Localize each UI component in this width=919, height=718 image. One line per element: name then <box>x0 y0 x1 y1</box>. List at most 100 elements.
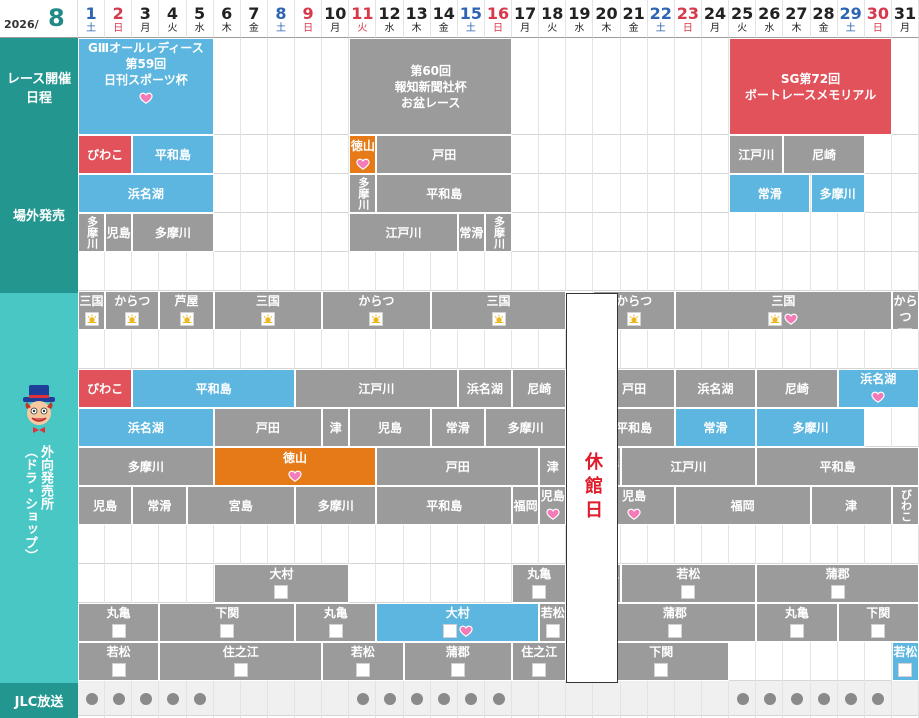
race-block[interactable]: からつ <box>891 291 919 330</box>
race-block[interactable]: 若松 <box>539 603 567 642</box>
block-icons <box>450 662 466 677</box>
daytime-race-icon <box>260 312 275 326</box>
race-block[interactable]: 江戸川 <box>349 213 458 252</box>
race-block[interactable]: 多摩川 <box>349 174 377 213</box>
block-icons <box>442 623 474 638</box>
race-block[interactable]: 若松 <box>891 642 919 681</box>
race-block[interactable]: 丸亀 <box>78 603 160 642</box>
race-block[interactable]: 多摩川 <box>756 408 865 447</box>
race-block[interactable]: 江戸川 <box>295 369 458 408</box>
race-block[interactable]: 戸田 <box>376 135 513 174</box>
race-block[interactable]: GⅢオールレディース 第59回 日刊スポーツ杯 <box>78 38 214 135</box>
race-block[interactable]: 戸田 <box>213 408 323 447</box>
race-block[interactable]: 大村 <box>376 603 540 642</box>
race-block[interactable]: 尼崎 <box>756 369 838 408</box>
daytime-race-icon <box>627 312 642 326</box>
venue-label: 多摩川 <box>154 225 191 240</box>
race-block[interactable]: 徳山 <box>213 447 377 486</box>
block-icons <box>545 623 561 638</box>
weekday-label: 月 <box>140 23 151 34</box>
race-block[interactable]: 児島 <box>78 486 133 525</box>
race-block[interactable]: 常滑 <box>729 174 811 213</box>
race-block[interactable]: 多摩川 <box>484 408 567 447</box>
venue-label: 下関 <box>866 606 891 620</box>
race-block[interactable]: からつ <box>322 291 431 330</box>
race-block[interactable]: 浜名湖 <box>78 174 214 213</box>
venue-label: 徳山 <box>350 139 375 153</box>
race-block[interactable]: 第60回 報知新聞社杯 お盆レース <box>349 38 513 135</box>
race-block[interactable]: 江戸川 <box>620 447 757 486</box>
day-number: 14 <box>432 4 455 23</box>
race-block[interactable]: 津 <box>322 408 350 447</box>
race-block[interactable]: 蒲郡 <box>403 642 513 681</box>
race-block[interactable]: びわこ <box>78 369 133 408</box>
day-number: 26 <box>758 4 781 23</box>
race-block[interactable]: 津 <box>539 447 567 486</box>
race-block[interactable]: 尼崎 <box>783 135 865 174</box>
race-block[interactable]: 常滑 <box>674 408 757 447</box>
race-block[interactable]: 多摩川 <box>295 486 377 525</box>
race-block[interactable]: びわこ <box>891 486 919 525</box>
race-block[interactable]: 浜名湖 <box>837 369 919 408</box>
race-block[interactable]: 三国 <box>213 291 323 330</box>
block-icons <box>626 506 642 521</box>
race-block[interactable]: 若松 <box>78 642 160 681</box>
race-block[interactable]: 福岡 <box>674 486 811 525</box>
race-block[interactable]: 多摩川 <box>484 213 513 252</box>
race-block[interactable]: 平和島 <box>376 174 513 213</box>
weekday-label: 日 <box>682 23 693 34</box>
race-block[interactable]: 大村 <box>213 564 350 603</box>
race-block[interactable]: 住之江 <box>512 642 567 681</box>
race-block[interactable]: 若松 <box>322 642 404 681</box>
race-block[interactable]: 尼崎 <box>512 369 567 408</box>
day-number: 18 <box>541 4 564 23</box>
race-block[interactable]: 宮島 <box>186 486 296 525</box>
race-block[interactable]: 丸亀 <box>512 564 567 603</box>
race-block[interactable]: 下関 <box>837 603 919 642</box>
race-block[interactable]: 三国 <box>78 291 106 330</box>
race-block[interactable]: 多摩川 <box>810 174 865 213</box>
race-block[interactable]: 浜名湖 <box>78 408 214 447</box>
race-block[interactable]: 下関 <box>159 603 296 642</box>
race-block[interactable]: 蒲郡 <box>756 564 919 603</box>
race-block[interactable]: 浜名湖 <box>674 369 757 408</box>
race-block[interactable]: 常滑 <box>430 408 485 447</box>
race-block[interactable]: 福岡 <box>512 486 540 525</box>
race-block[interactable]: 多摩川 <box>78 447 214 486</box>
race-block[interactable]: 平和島 <box>756 447 919 486</box>
day-header: 5水 <box>186 0 214 38</box>
race-block[interactable]: 平和島 <box>132 135 214 174</box>
race-block[interactable]: 児島 <box>539 486 567 525</box>
race-block[interactable]: 三国 <box>674 291 892 330</box>
race-block[interactable]: 徳山 <box>349 135 377 174</box>
nighter-race-icon <box>450 663 465 677</box>
race-block[interactable]: 常滑 <box>457 213 485 252</box>
race-block[interactable]: 常滑 <box>132 486 187 525</box>
race-block[interactable]: 江戸川 <box>729 135 784 174</box>
race-block[interactable]: 丸亀 <box>756 603 838 642</box>
venue-label: 若松 <box>676 567 701 581</box>
race-block[interactable]: びわこ <box>78 135 133 174</box>
race-block[interactable]: 住之江 <box>159 642 323 681</box>
race-block[interactable]: 多摩川 <box>132 213 214 252</box>
race-block[interactable]: 芦屋 <box>159 291 214 330</box>
broadcast-dot <box>790 692 803 705</box>
race-block[interactable]: 津 <box>810 486 892 525</box>
weekday-label: 土 <box>465 23 476 34</box>
race-block[interactable]: 多摩川 <box>78 213 106 252</box>
race-block[interactable]: 浜名湖 <box>457 369 513 408</box>
venue-label: 蒲郡 <box>445 645 470 659</box>
race-block[interactable]: 若松 <box>620 564 757 603</box>
race-block[interactable]: 平和島 <box>376 486 513 525</box>
race-block[interactable]: SG第72回 ボートレースメモリアル <box>729 38 892 135</box>
race-block[interactable]: 平和島 <box>132 369 296 408</box>
race-block[interactable]: からつ <box>105 291 160 330</box>
venue-label: 常滑 <box>703 420 728 435</box>
race-block[interactable]: 児島 <box>349 408 431 447</box>
day-number: 23 <box>676 4 700 23</box>
race-block[interactable]: 三国 <box>430 291 567 330</box>
race-block[interactable]: 戸田 <box>376 447 540 486</box>
broadcast-dot <box>763 692 776 705</box>
race-block[interactable]: 児島 <box>105 213 133 252</box>
race-block[interactable]: 丸亀 <box>295 603 377 642</box>
